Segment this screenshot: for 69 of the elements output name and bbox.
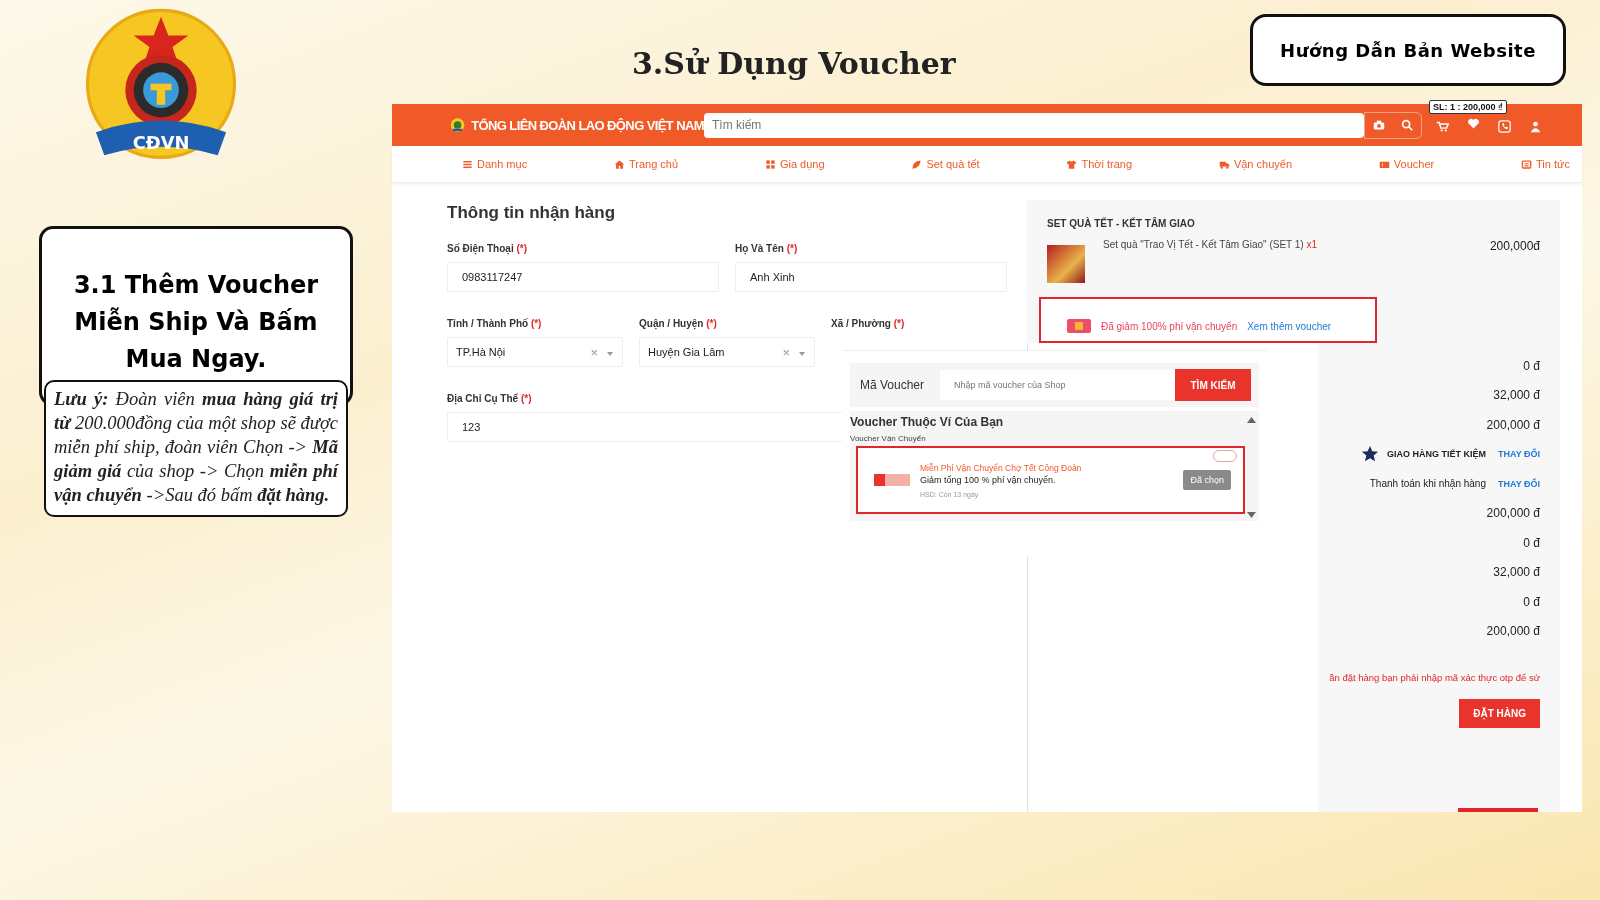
nav-link[interactable]: Gia dụng (764, 158, 825, 170)
menu-icon (462, 158, 473, 170)
brand-name: TỔNG LIÊN ĐOÀN LAO ĐỘNG VIỆT NAM (471, 117, 704, 133)
voucher-code-label: Mã Voucher (860, 378, 926, 392)
amount-text: 32,000 đ (1493, 388, 1540, 403)
cart-tooltip: SL: 1 : 200,000 ₫ (1429, 100, 1507, 114)
nav-link[interactable]: Thời trang (1066, 158, 1133, 170)
field-label: Số Điện Thoại (*) (447, 243, 528, 254)
product-name: Set quà "Trao Vị Tết - Kết Tâm Giao" (SET 1) x1 (1103, 239, 1319, 252)
more-vouchers-link[interactable]: Xem thêm voucher (1247, 320, 1332, 332)
search-field[interactable]: Tìm kiếm (704, 112, 1364, 138)
star-icon (1361, 445, 1379, 464)
product-price: 200,000đ (1489, 239, 1540, 255)
clear-icon[interactable]: × (782, 344, 790, 360)
place-order-button[interactable]: ĐẶT HÀNG (1459, 699, 1540, 728)
change-link[interactable]: THAY ĐỔI (1498, 478, 1540, 489)
slide-title: 3.Sử Dụng Voucher (632, 46, 956, 81)
payment-method: Thanh toán khi nhận hàng (1369, 478, 1486, 490)
scroll-down-icon (1247, 512, 1256, 518)
otp-warning: ần đặt hàng bạn phải nhập mã xác thực otp để sử (1329, 672, 1540, 683)
grid-icon (764, 158, 776, 170)
input-field[interactable]: Anh Xinh (735, 262, 1007, 292)
nav-link[interactable]: Voucher (1378, 158, 1435, 170)
field-label: Tỉnh / Thành Phố (*) (447, 318, 543, 329)
nav-link[interactable]: Danh mục (462, 158, 528, 170)
field-label: Quận / Huyện (*) (639, 318, 718, 329)
search-icon (1400, 117, 1414, 132)
select-voucher-button[interactable]: Đã chọn (1183, 470, 1231, 490)
phone-icon (1498, 118, 1511, 132)
section-title: Thông tin nhận hàng (447, 203, 617, 223)
leaf-icon (911, 158, 923, 170)
voucher-code-field[interactable]: Nhập mã voucher của Shop (940, 370, 1175, 400)
group-title: Voucher Vận Chuyển (850, 434, 927, 443)
shop-name: SET QUÀ TẾT - KẾT TÂM GIAO (1047, 218, 1196, 229)
note-text: Lưu ý: Đoàn viên mua hàng giá trị từ 200.000đồng của một shop sẽ được miễn phí ship, đoàn viên Chọn -> Mã giảm giá của shop -> Chọn miễn phí vận chuyển ->Sau đó bấm đặt hàng. (44, 380, 348, 517)
search-voucher-button[interactable]: TÌM KIẾM (1175, 369, 1251, 401)
shirt-icon (1066, 158, 1078, 170)
house-icon (613, 158, 625, 170)
amount-text: 200,000 đ (1486, 417, 1540, 432)
scroll-up-icon (1247, 417, 1256, 423)
amount-text: 200,000 đ (1486, 506, 1540, 521)
input-field[interactable]: 0983117247 (447, 262, 719, 292)
field-label: Họ Và Tên (*) (735, 243, 799, 254)
amount-text: 0 đ (1523, 594, 1540, 609)
field-label: Xã / Phường (*) (831, 318, 906, 329)
guide-label: Hướng Dẫn Bản Website (1250, 14, 1566, 86)
amount-text: 32,000 đ (1493, 565, 1540, 580)
dropdown[interactable]: TP.Hà Nội × (447, 337, 623, 367)
amount-text: 0 đ (1523, 535, 1540, 550)
wallet-title: Voucher Thuộc Ví Của Bạn (850, 415, 1005, 429)
voucher-icon (1067, 319, 1091, 333)
discount-text: Đã giảm 100% phí vận chuyển (1101, 320, 1238, 332)
change-link[interactable]: THAY ĐỔI (1498, 449, 1540, 460)
amount-text: 0 đ (1523, 358, 1540, 373)
shipping-method: GIAO HÀNG TIẾT KIỆM (1387, 449, 1486, 460)
voucher-title: Miễn Phí Vận Chuyển Chợ Tết Công Đoàn (920, 462, 1083, 473)
dropdown[interactable]: Huyện Gia Lâm × (639, 337, 815, 367)
nav-link[interactable]: Tin tức (1521, 158, 1570, 170)
nav-link[interactable]: Vận chuyển (1218, 158, 1292, 170)
nav-link[interactable]: Set quà tết (911, 158, 980, 170)
heart-icon (1467, 116, 1480, 129)
voucher-logo-placeholder (874, 474, 910, 486)
product-image-placeholder (1047, 245, 1085, 283)
newspaper-icon (1521, 158, 1533, 170)
field-label: Địa Chỉ Cụ Thể (*) (447, 393, 533, 404)
nav-link[interactable]: Trang chủ (613, 158, 679, 170)
voucher-description: Giảm tổng 100 % phí vận chuyển. (920, 474, 1057, 485)
amount-text: 200,000 đ (1486, 624, 1540, 639)
clear-icon[interactable]: × (590, 344, 598, 360)
